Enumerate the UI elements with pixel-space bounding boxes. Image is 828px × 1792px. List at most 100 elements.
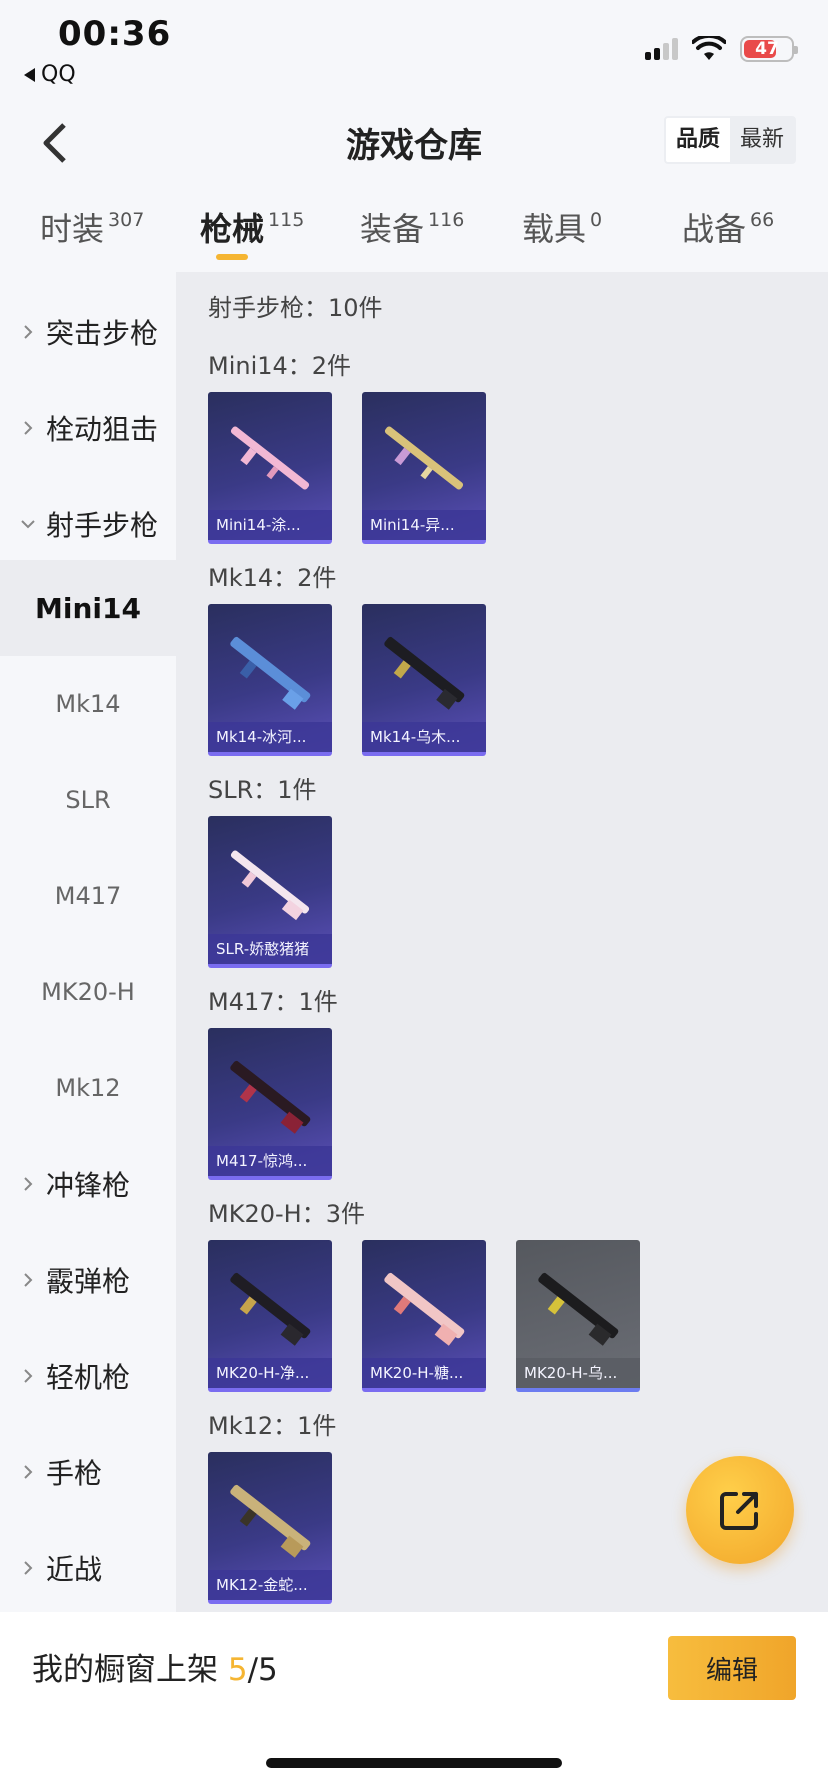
sidebar-item-label: 轻机枪: [46, 1361, 131, 1394]
sort-option-quality[interactable]: 品质: [665, 118, 730, 162]
rifle-skin-icon: [384, 636, 465, 710]
tab-count: 307: [108, 209, 145, 231]
rifle-skin-icon: [538, 1272, 619, 1346]
group-label-mk12: Mk12：1件: [208, 1412, 337, 1440]
showcase-current-count: 5: [227, 1652, 248, 1688]
chevron-right-icon: [16, 1268, 40, 1292]
rifle-skin-icon: [384, 1272, 465, 1346]
sidebar-item-label: 栓动狙击: [46, 413, 159, 446]
sidebar-item-label: 射手步枪: [46, 509, 159, 542]
tab-count: 116: [428, 209, 465, 231]
back-triangle-icon: [24, 67, 35, 82]
sidebar-item-bolt-sniper[interactable]: 栓动狙击: [0, 380, 176, 476]
group-label-mk20h: MK20-H：3件: [208, 1200, 365, 1228]
weapon-card[interactable]: Mk14-乌木...: [362, 604, 486, 756]
sort-option-newest[interactable]: 最新: [730, 118, 794, 162]
weapon-card-name: Mini14-涂...: [208, 510, 332, 540]
tab-supplies[interactable]: 战备 66: [682, 204, 774, 250]
rifle-skin-icon: [230, 850, 310, 921]
chevron-right-icon: [16, 416, 40, 440]
group-label-mini14: Mini14：2件: [208, 352, 352, 380]
sidebar-subitem-slr[interactable]: SLR: [0, 752, 176, 848]
rifle-skin-icon: [384, 426, 464, 490]
weapon-card-name: Mk14-冰河...: [208, 722, 332, 752]
weapon-card[interactable]: MK20-H-净...: [208, 1240, 332, 1392]
rifle-skin-icon: [230, 636, 311, 710]
wifi-icon: [692, 36, 726, 60]
showcase-label: 我的橱窗上架: [32, 1652, 218, 1688]
sidebar-item-label: 冲锋枪: [46, 1169, 131, 1202]
weapon-card[interactable]: Mini14-涂...: [208, 392, 332, 544]
sidebar-item-pistol[interactable]: 手枪: [0, 1424, 176, 1520]
battery-level: 47: [755, 39, 779, 59]
tab-count: 0: [590, 209, 603, 231]
weapon-card[interactable]: M417-惊鸿...: [208, 1028, 332, 1180]
weapon-card[interactable]: Mini14-异...: [362, 392, 486, 544]
sidebar-item-assault-rifle[interactable]: 突击步枪: [0, 284, 176, 380]
tab-equipment[interactable]: 装备 116: [360, 204, 464, 250]
chevron-right-icon: [16, 1460, 40, 1484]
cellular-signal-icon: [645, 38, 678, 60]
sidebar-item-label: 突击步枪: [46, 317, 159, 350]
edit-button[interactable]: 编辑: [668, 1636, 796, 1700]
sidebar-item-label: 手枪: [46, 1457, 103, 1490]
sidebar-item-lmg[interactable]: 轻机枪: [0, 1328, 176, 1424]
status-bar: 00:36 QQ 47: [0, 0, 828, 96]
group-label-mk14: Mk14：2件: [208, 564, 337, 592]
weapon-card-name: Mk14-乌木...: [362, 722, 486, 752]
sidebar-item-label: 近战: [46, 1553, 103, 1586]
sidebar-subitem-mk20h[interactable]: MK20-H: [0, 944, 176, 1040]
home-indicator[interactable]: [266, 1758, 562, 1768]
group-label-m417: M417：1件: [208, 988, 338, 1016]
chevron-right-icon: [16, 1172, 40, 1196]
tab-count: 66: [750, 209, 775, 231]
rifle-skin-icon: [230, 1272, 311, 1346]
showcase-total-count: /5: [247, 1652, 278, 1688]
status-icons: 47: [645, 36, 798, 62]
tab-guns[interactable]: 枪械 115: [200, 204, 304, 250]
weapon-card-name: MK20-H-糖...: [362, 1358, 486, 1388]
weapon-card[interactable]: MK20-H-乌...: [516, 1240, 640, 1392]
sidebar-subitem-mini14[interactable]: Mini14: [0, 560, 176, 656]
weapon-card-name: Mini14-异...: [362, 510, 486, 540]
back-app-label: QQ: [41, 62, 76, 87]
weapon-card[interactable]: SLR-娇憨猪猪: [208, 816, 332, 968]
sidebar: 突击步枪 栓动狙击 射手步枪 Mini14 Mk14 SLR M417 MK20…: [0, 272, 176, 1612]
weapon-card-name: SLR-娇憨猪猪: [208, 934, 332, 964]
sidebar-item-shotgun[interactable]: 霰弹枪: [0, 1232, 176, 1328]
sidebar-subitem-m417[interactable]: M417: [0, 848, 176, 944]
category-tabs: 时装 307 枪械 115 装备 116 载具 0 战备 66: [0, 188, 828, 272]
chevron-right-icon: [16, 320, 40, 344]
category-summary: 射手步枪：10件: [208, 294, 383, 322]
tab-vehicles[interactable]: 载具 0: [522, 204, 602, 250]
chevron-down-icon: [16, 512, 40, 536]
rifle-skin-icon: [230, 1484, 311, 1558]
sidebar-subitem-mk12[interactable]: Mk12: [0, 1040, 176, 1136]
rifle-skin-icon: [230, 1060, 311, 1134]
active-tab-indicator: [216, 254, 248, 260]
sidebar-item-marksman-rifle[interactable]: 射手步枪: [0, 476, 176, 572]
chevron-right-icon: [16, 1556, 40, 1580]
sort-toggle: 品质 最新: [663, 116, 796, 164]
chevron-right-icon: [16, 1364, 40, 1388]
sidebar-item-smg[interactable]: 冲锋枪: [0, 1136, 176, 1232]
showcase-status: 我的橱窗上架 5/5: [32, 1644, 278, 1689]
tab-count: 115: [268, 209, 305, 231]
weapon-card-name: MK20-H-净...: [208, 1358, 332, 1388]
page-header: 游戏仓库 品质 最新: [0, 96, 828, 188]
tab-fashion[interactable]: 时装 307: [40, 204, 144, 250]
back-to-app-link[interactable]: QQ: [24, 62, 76, 87]
weapon-card[interactable]: MK12-金蛇...: [208, 1452, 332, 1604]
weapon-card-name: MK12-金蛇...: [208, 1570, 332, 1600]
weapon-card[interactable]: MK20-H-糖...: [362, 1240, 486, 1392]
sidebar-subitem-mk14[interactable]: Mk14: [0, 656, 176, 752]
status-time: 00:36: [58, 14, 172, 54]
battery-icon: 47: [740, 36, 798, 62]
weapon-card[interactable]: Mk14-冰河...: [208, 604, 332, 756]
share-fab-button[interactable]: [686, 1456, 794, 1564]
share-external-icon: [720, 1492, 758, 1530]
sidebar-item-label: 霰弹枪: [46, 1265, 131, 1298]
weapon-card-name: MK20-H-乌...: [516, 1358, 640, 1388]
group-label-slr: SLR：1件: [208, 776, 317, 804]
sidebar-item-melee[interactable]: 近战: [0, 1520, 176, 1616]
